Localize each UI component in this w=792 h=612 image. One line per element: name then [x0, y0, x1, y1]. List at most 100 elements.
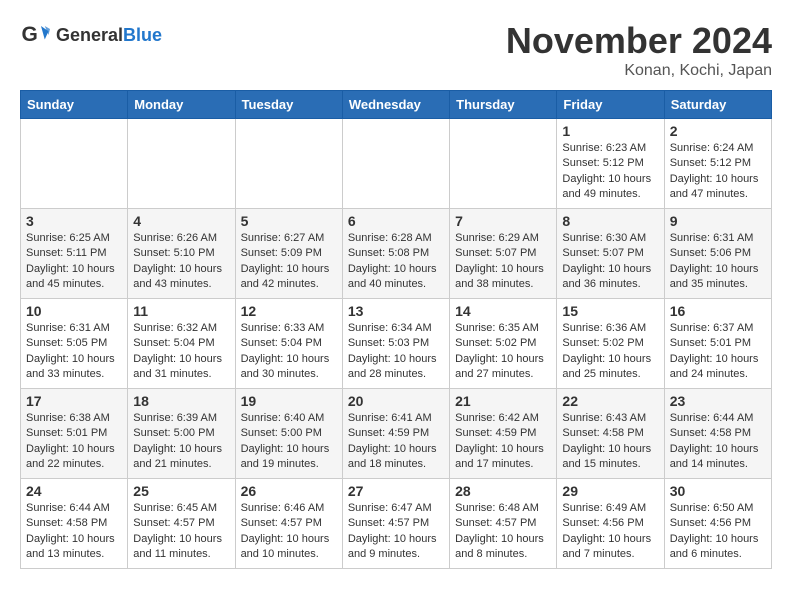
- day-info: Sunrise: 6:25 AM Sunset: 5:11 PM Dayligh…: [26, 231, 122, 293]
- calendar-cell: 13 Sunrise: 6:34 AM Sunset: 5:03 PM Dayli…: [342, 299, 449, 389]
- header-friday: Friday: [557, 91, 664, 119]
- day-info: Sunrise: 6:45 AM Sunset: 4:57 PM Dayligh…: [133, 501, 229, 563]
- day-info: Sunrise: 6:44 AM Sunset: 4:58 PM Dayligh…: [26, 501, 122, 563]
- day-number: 14: [455, 303, 551, 319]
- day-info: Sunrise: 6:50 AM Sunset: 4:56 PM Dayligh…: [670, 501, 766, 563]
- day-info: Sunrise: 6:46 AM Sunset: 4:57 PM Dayligh…: [241, 501, 337, 563]
- calendar-cell: [21, 119, 128, 209]
- day-info: Sunrise: 6:33 AM Sunset: 5:04 PM Dayligh…: [241, 321, 337, 383]
- day-number: 1: [562, 123, 658, 139]
- day-info: Sunrise: 6:34 AM Sunset: 5:03 PM Dayligh…: [348, 321, 444, 383]
- logo-general: General: [56, 25, 123, 45]
- calendar-cell: 27Sunrise: 6:47 AM Sunset: 4:57 PM Dayli…: [342, 479, 449, 569]
- title-area: November 2024 Konan, Kochi, Japan: [506, 20, 772, 80]
- day-info: Sunrise: 6:31 AM Sunset: 5:05 PM Dayligh…: [26, 321, 122, 383]
- day-info: Sunrise: 6:30 AM Sunset: 5:07 PM Dayligh…: [562, 231, 658, 293]
- header-tuesday: Tuesday: [235, 91, 342, 119]
- day-number: 11: [133, 303, 229, 319]
- calendar-week-2: 10 Sunrise: 6:31 AM Sunset: 5:05 PM Dayli…: [21, 299, 772, 389]
- calendar-week-3: 17Sunrise: 6:38 AM Sunset: 5:01 PM Dayli…: [21, 389, 772, 479]
- calendar-cell: 20 Sunrise: 6:41 AM Sunset: 4:59 PM Dayli…: [342, 389, 449, 479]
- calendar-cell: 1 Sunrise: 6:23 AM Sunset: 5:12 PM Daylig…: [557, 119, 664, 209]
- day-info: Sunrise: 6:42 AM Sunset: 4:59 PM Dayligh…: [455, 411, 551, 473]
- calendar-cell: 5 Sunrise: 6:27 AM Sunset: 5:09 PM Daylig…: [235, 209, 342, 299]
- calendar-cell: 10 Sunrise: 6:31 AM Sunset: 5:05 PM Dayli…: [21, 299, 128, 389]
- day-info: Sunrise: 6:35 AM Sunset: 5:02 PM Dayligh…: [455, 321, 551, 383]
- day-info: Sunrise: 6:26 AM Sunset: 5:10 PM Dayligh…: [133, 231, 229, 293]
- header-sunday: Sunday: [21, 91, 128, 119]
- day-number: 22: [562, 393, 658, 409]
- calendar-cell: 19Sunrise: 6:40 AM Sunset: 5:00 PM Dayli…: [235, 389, 342, 479]
- calendar-cell: 7Sunrise: 6:29 AM Sunset: 5:07 PM Daylig…: [450, 209, 557, 299]
- calendar-cell: 16 Sunrise: 6:37 AM Sunset: 5:01 PM Dayli…: [664, 299, 771, 389]
- day-info: Sunrise: 6:39 AM Sunset: 5:00 PM Dayligh…: [133, 411, 229, 473]
- calendar-cell: 12 Sunrise: 6:33 AM Sunset: 5:04 PM Dayli…: [235, 299, 342, 389]
- day-info: Sunrise: 6:36 AM Sunset: 5:02 PM Dayligh…: [562, 321, 658, 383]
- day-number: 27: [348, 483, 444, 499]
- day-number: 24: [26, 483, 122, 499]
- day-info: Sunrise: 6:27 AM Sunset: 5:09 PM Dayligh…: [241, 231, 337, 293]
- day-number: 2: [670, 123, 766, 139]
- header-saturday: Saturday: [664, 91, 771, 119]
- calendar-cell: 6 Sunrise: 6:28 AM Sunset: 5:08 PM Daylig…: [342, 209, 449, 299]
- day-number: 4: [133, 213, 229, 229]
- calendar-cell: [342, 119, 449, 209]
- day-number: 20: [348, 393, 444, 409]
- calendar-week-0: 1 Sunrise: 6:23 AM Sunset: 5:12 PM Daylig…: [21, 119, 772, 209]
- calendar-body: 1 Sunrise: 6:23 AM Sunset: 5:12 PM Daylig…: [21, 119, 772, 569]
- calendar-cell: 4 Sunrise: 6:26 AM Sunset: 5:10 PM Daylig…: [128, 209, 235, 299]
- day-number: 5: [241, 213, 337, 229]
- calendar-table: Sunday Monday Tuesday Wednesday Thursday…: [20, 90, 772, 569]
- day-info: Sunrise: 6:48 AM Sunset: 4:57 PM Dayligh…: [455, 501, 551, 563]
- calendar-cell: 30Sunrise: 6:50 AM Sunset: 4:56 PM Dayli…: [664, 479, 771, 569]
- header-wednesday: Wednesday: [342, 91, 449, 119]
- header-thursday: Thursday: [450, 91, 557, 119]
- day-number: 15: [562, 303, 658, 319]
- calendar-cell: 22 Sunrise: 6:43 AM Sunset: 4:58 PM Dayli…: [557, 389, 664, 479]
- day-number: 26: [241, 483, 337, 499]
- header: G GeneralBlue November 2024 Konan, Kochi…: [20, 20, 772, 80]
- day-number: 6: [348, 213, 444, 229]
- day-info: Sunrise: 6:37 AM Sunset: 5:01 PM Dayligh…: [670, 321, 766, 383]
- day-number: 10: [26, 303, 122, 319]
- calendar-cell: [450, 119, 557, 209]
- day-number: 3: [26, 213, 122, 229]
- calendar-cell: 2 Sunrise: 6:24 AM Sunset: 5:12 PM Daylig…: [664, 119, 771, 209]
- calendar-week-4: 24 Sunrise: 6:44 AM Sunset: 4:58 PM Dayli…: [21, 479, 772, 569]
- day-number: 13: [348, 303, 444, 319]
- day-number: 16: [670, 303, 766, 319]
- logo-icon: G: [20, 20, 50, 50]
- day-number: 28: [455, 483, 551, 499]
- day-number: 18: [133, 393, 229, 409]
- calendar-cell: 24 Sunrise: 6:44 AM Sunset: 4:58 PM Dayli…: [21, 479, 128, 569]
- calendar-cell: 17Sunrise: 6:38 AM Sunset: 5:01 PM Dayli…: [21, 389, 128, 479]
- calendar-week-1: 3 Sunrise: 6:25 AM Sunset: 5:11 PM Daylig…: [21, 209, 772, 299]
- calendar-cell: 14 Sunrise: 6:35 AM Sunset: 5:02 PM Dayli…: [450, 299, 557, 389]
- calendar-cell: 18 Sunrise: 6:39 AM Sunset: 5:00 PM Dayli…: [128, 389, 235, 479]
- day-info: Sunrise: 6:44 AM Sunset: 4:58 PM Dayligh…: [670, 411, 766, 473]
- logo: G GeneralBlue: [20, 20, 162, 50]
- day-info: Sunrise: 6:41 AM Sunset: 4:59 PM Dayligh…: [348, 411, 444, 473]
- day-info: Sunrise: 6:24 AM Sunset: 5:12 PM Dayligh…: [670, 141, 766, 203]
- header-monday: Monday: [128, 91, 235, 119]
- day-number: 21: [455, 393, 551, 409]
- calendar-cell: [128, 119, 235, 209]
- calendar-cell: 3 Sunrise: 6:25 AM Sunset: 5:11 PM Daylig…: [21, 209, 128, 299]
- day-number: 23: [670, 393, 766, 409]
- calendar-cell: [235, 119, 342, 209]
- day-number: 17: [26, 393, 122, 409]
- weekday-header-row: Sunday Monday Tuesday Wednesday Thursday…: [21, 91, 772, 119]
- location: Konan, Kochi, Japan: [506, 62, 772, 80]
- day-info: Sunrise: 6:23 AM Sunset: 5:12 PM Dayligh…: [562, 141, 658, 203]
- svg-text:G: G: [22, 23, 38, 46]
- calendar-cell: 25Sunrise: 6:45 AM Sunset: 4:57 PM Dayli…: [128, 479, 235, 569]
- day-number: 12: [241, 303, 337, 319]
- day-info: Sunrise: 6:32 AM Sunset: 5:04 PM Dayligh…: [133, 321, 229, 383]
- calendar-cell: 21 Sunrise: 6:42 AM Sunset: 4:59 PM Dayli…: [450, 389, 557, 479]
- calendar-cell: 29Sunrise: 6:49 AM Sunset: 4:56 PM Dayli…: [557, 479, 664, 569]
- day-info: Sunrise: 6:49 AM Sunset: 4:56 PM Dayligh…: [562, 501, 658, 563]
- day-info: Sunrise: 6:43 AM Sunset: 4:58 PM Dayligh…: [562, 411, 658, 473]
- day-info: Sunrise: 6:28 AM Sunset: 5:08 PM Dayligh…: [348, 231, 444, 293]
- day-number: 9: [670, 213, 766, 229]
- calendar-cell: 26 Sunrise: 6:46 AM Sunset: 4:57 PM Dayli…: [235, 479, 342, 569]
